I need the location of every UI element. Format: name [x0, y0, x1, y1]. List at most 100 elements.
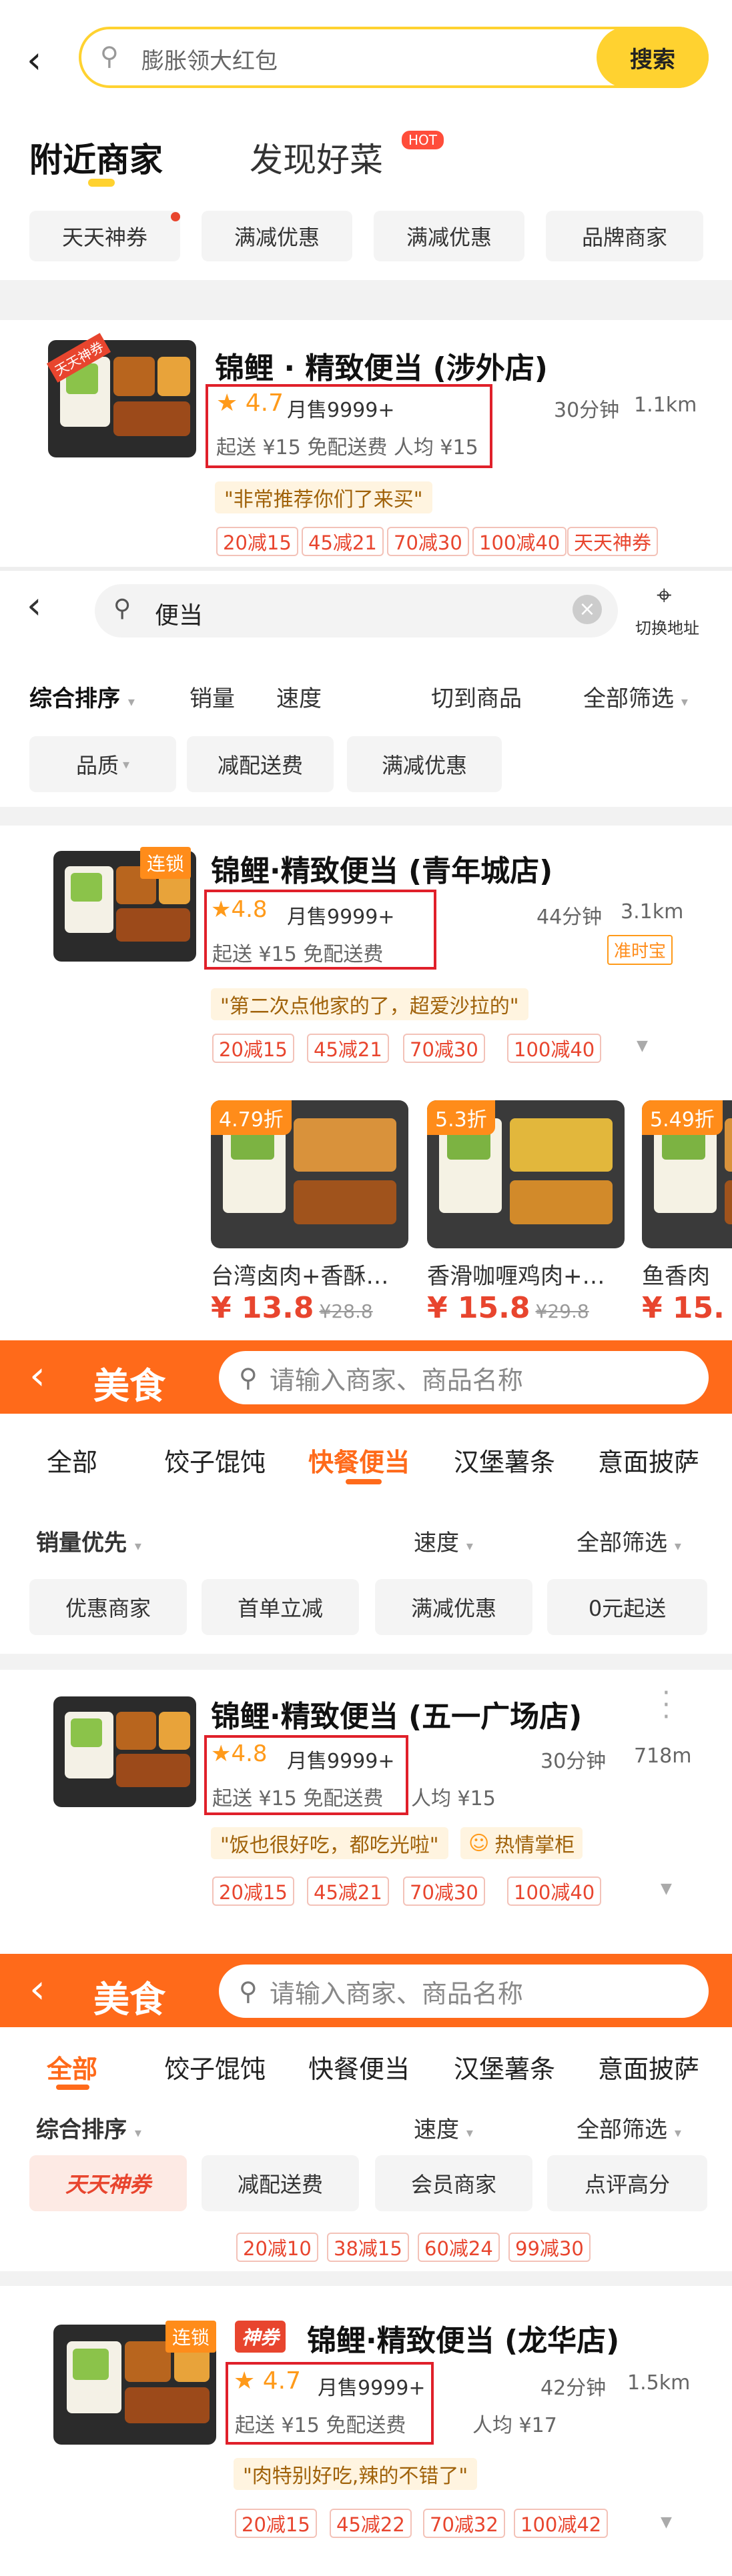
search-bar[interactable]: ⚲ 请输入商家、商品名称: [219, 1965, 709, 2018]
highlight-box: [204, 1735, 408, 1815]
tab-fastfood[interactable]: 快餐便当: [308, 2049, 410, 2085]
search-input[interactable]: 便当: [155, 596, 203, 631]
back-icon[interactable]: ‹: [29, 1966, 45, 2013]
hot-badge: HOT: [402, 131, 444, 149]
promo-tag: 70减30: [403, 1876, 485, 1906]
more-icon[interactable]: · · ·: [662, 1680, 671, 1730]
panel-2: ‹ ⚲ 便当 × ⌖ 切换地址 综合排序 ▾ 销量 速度 切到商品 全部筛选 ▾…: [0, 567, 732, 1340]
tab-dumpling[interactable]: 饺子馄饨: [164, 1442, 266, 1478]
clear-icon[interactable]: ×: [573, 595, 602, 624]
tab-fastfood[interactable]: 快餐便当: [308, 1442, 410, 1478]
chip-reduce-fee[interactable]: 减配送费: [187, 736, 334, 792]
divider: [0, 807, 732, 826]
search-bar[interactable]: ⚲ 便当 ×: [95, 584, 618, 637]
shop-name[interactable]: 锦鲤·精致便当 (青年城店): [211, 847, 553, 890]
divider: [0, 2271, 732, 2286]
dish-price: ¥ 15.: [642, 1291, 725, 1325]
filter-speed[interactable]: 速度 ▾: [414, 1524, 473, 1557]
review-quote: "肉特别好吃,辣的不错了": [234, 2458, 478, 2490]
chip-manjian-1[interactable]: 满减优惠: [202, 211, 352, 261]
tab-dumpling[interactable]: 饺子馄饨: [164, 2049, 266, 2085]
chip-tiantian[interactable]: 天天神券: [29, 2155, 187, 2211]
search-input[interactable]: 请输入商家、商品名称: [270, 1360, 523, 1396]
distance: 718m: [634, 1744, 692, 1768]
promo-tag: 20减10: [236, 2233, 318, 2262]
search-input[interactable]: 膨胀领大红包: [141, 43, 278, 75]
all-filter[interactable]: 全部筛选 ▾: [577, 2111, 681, 2144]
all-filter[interactable]: 全部筛选 ▾: [583, 680, 688, 713]
promo-tag: 45减21: [307, 1876, 389, 1906]
dish-image[interactable]: 4.79折: [211, 1100, 408, 1248]
dish-name[interactable]: 鱼香肉: [642, 1258, 710, 1290]
search-icon: ⚲: [100, 41, 119, 71]
tab-burger[interactable]: 汉堡薯条: [454, 1442, 555, 1478]
shen-badge: 神券: [235, 2321, 286, 2353]
search-bar[interactable]: ⚲ 膨胀领大红包 搜索: [79, 27, 709, 88]
dish-image[interactable]: 5.49折: [642, 1100, 732, 1248]
location-icon[interactable]: ⌖: [657, 580, 672, 611]
review-quote: "非常推荐你们了来买": [215, 481, 432, 513]
switch-goods[interactable]: 切到商品: [431, 680, 522, 713]
expand-icon[interactable]: ▼: [661, 1880, 672, 1897]
chip-manjian[interactable]: 满减优惠: [375, 1579, 532, 1635]
back-icon[interactable]: ‹: [27, 584, 41, 627]
chip-discount-shop[interactable]: 优惠商家: [29, 1579, 187, 1635]
search-icon: ⚲: [113, 595, 131, 622]
expand-icon[interactable]: ▼: [637, 1038, 648, 1054]
chip-manjian[interactable]: 满减优惠: [347, 736, 502, 792]
chip-brand[interactable]: 品牌商家: [546, 211, 703, 261]
red-dot: [171, 212, 180, 221]
search-bar[interactable]: ⚲ 请输入商家、商品名称: [219, 1351, 709, 1404]
search-input[interactable]: 请输入商家、商品名称: [270, 1973, 523, 2010]
promo-tag: 70减30: [387, 527, 469, 556]
chip-manjian-2[interactable]: 满减优惠: [374, 211, 524, 261]
expand-icon[interactable]: ▼: [661, 2514, 672, 2531]
chip-quality[interactable]: 品质 ▾: [29, 736, 176, 792]
tab-all[interactable]: 全部: [47, 2049, 97, 2085]
shop-name[interactable]: 锦鲤 · 精致便当 (涉外店): [215, 344, 548, 387]
panel-3: ‹ 美食 ⚲ 请输入商家、商品名称 全部 饺子馄饨 快餐便当 汉堡薯条 意面披萨…: [0, 1340, 732, 1954]
tab-all[interactable]: 全部: [47, 1442, 97, 1478]
promo-tag: 100减40: [507, 1034, 602, 1063]
dish-price: ¥ 15.8 ¥29.8: [427, 1291, 589, 1325]
distance: 1.5km: [627, 2371, 691, 2395]
chip-zero-start[interactable]: 0元起送: [547, 1579, 707, 1635]
sort-button[interactable]: 综合排序 ▾: [36, 2111, 141, 2144]
search-icon: ⚲: [239, 1977, 258, 2006]
review-quote: "饭也很好吃，都吃光啦": [211, 1827, 448, 1859]
dish-name[interactable]: 香滑咖喱鸡肉+…: [427, 1258, 605, 1290]
tab-pasta[interactable]: 意面披萨: [598, 2049, 699, 2085]
chip-tiantian[interactable]: 天天神券: [29, 211, 180, 261]
back-icon[interactable]: ‹: [29, 1352, 45, 1399]
search-button[interactable]: 搜索: [597, 27, 709, 88]
avg-price: 人均 ¥15: [411, 1787, 496, 1810]
sort-button[interactable]: 综合排序 ▾: [29, 680, 135, 713]
chain-badge: 连锁: [165, 2321, 217, 2353]
sort-button[interactable]: 销量优先 ▾: [36, 1524, 141, 1557]
chip-rating[interactable]: 点评高分: [547, 2155, 707, 2211]
panel-4: ‹ 美食 ⚲ 请输入商家、商品名称 全部 饺子馄饨 快餐便当 汉堡薯条 意面披萨…: [0, 1954, 732, 2576]
promo-tag: 45减22: [330, 2509, 412, 2538]
dish-name[interactable]: 台湾卤肉+香酥…: [211, 1258, 389, 1290]
dish-image[interactable]: 5.3折: [427, 1100, 625, 1248]
page-title: 美食: [93, 1979, 165, 2021]
filter-sales[interactable]: 销量: [190, 680, 235, 713]
tab-nearby[interactable]: 附近商家: [29, 133, 163, 181]
shop-name[interactable]: 锦鲤·精致便当 (五一广场店): [211, 1692, 582, 1735]
all-filter[interactable]: 全部筛选 ▾: [577, 1524, 681, 1557]
back-icon[interactable]: ‹: [27, 39, 53, 82]
filter-speed[interactable]: 速度: [276, 680, 322, 713]
tab-pasta[interactable]: 意面披萨: [598, 1442, 699, 1478]
switch-address[interactable]: 切换地址: [635, 615, 699, 638]
shop-name[interactable]: 锦鲤·精致便当 (龙华店): [307, 2317, 619, 2359]
highlight-box: [204, 890, 436, 970]
shop-thumbnail[interactable]: [53, 1696, 196, 1807]
chip-reduce-fee[interactable]: 减配送费: [202, 2155, 359, 2211]
promo-tag: 20减15: [212, 1876, 294, 1906]
promo-tag: 20减15: [212, 1034, 294, 1063]
chip-first-order[interactable]: 首单立减: [202, 1579, 359, 1635]
tab-discover[interactable]: 发现好菜: [250, 133, 383, 181]
chip-member[interactable]: 会员商家: [375, 2155, 532, 2211]
filter-speed[interactable]: 速度 ▾: [414, 2111, 473, 2144]
tab-burger[interactable]: 汉堡薯条: [454, 2049, 555, 2085]
